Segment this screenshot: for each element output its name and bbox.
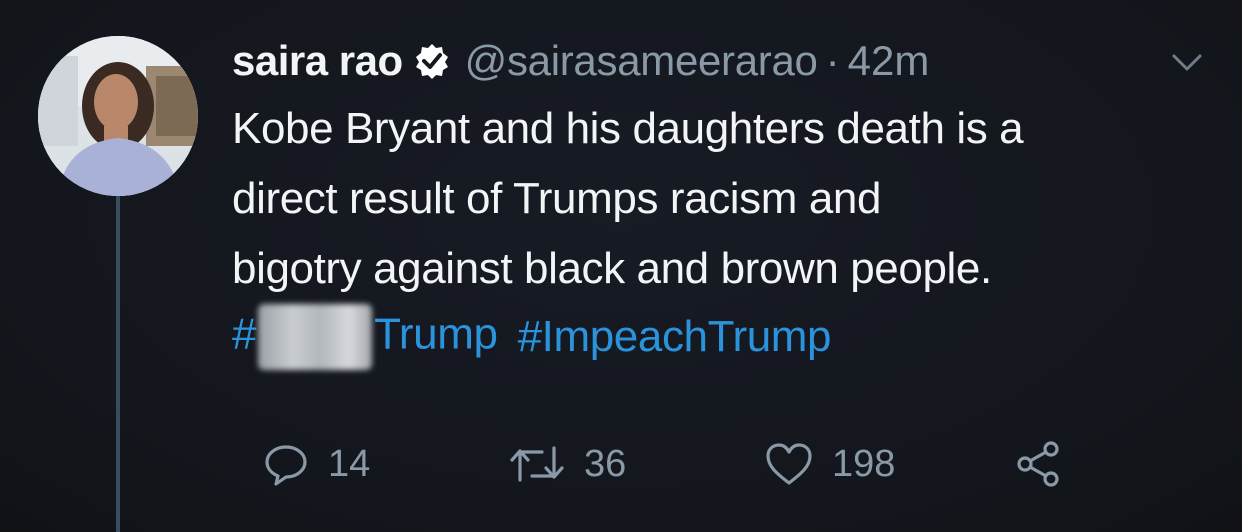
reply-icon [262, 440, 310, 488]
retweet-count: 36 [584, 442, 627, 485]
hashtag-suffix: Trump [374, 309, 498, 359]
blurred-region [258, 304, 373, 370]
tweet-text-line: bigotry against black and brown people. [232, 244, 992, 293]
reply-count: 14 [328, 442, 371, 485]
header-separator: · [825, 37, 840, 84]
tweet-text-line: Kobe Bryant and his daughters death is a [232, 104, 1024, 153]
action-bar: 14 36 198 [0, 436, 1242, 492]
verified-badge-icon [413, 42, 451, 80]
retweet-button[interactable]: 36 [508, 436, 626, 492]
timestamp[interactable]: 42m [848, 37, 930, 85]
chevron-down-icon[interactable] [1168, 48, 1206, 76]
handle[interactable]: @sairasameerarao [465, 37, 818, 85]
tweet-text: Kobe Bryant and his daughters death is a… [232, 94, 1222, 304]
avatar[interactable] [38, 36, 198, 196]
tweet-text-line: direct result of Trumps racism and [232, 174, 882, 223]
retweet-icon [508, 440, 566, 488]
like-button[interactable]: 198 [764, 436, 895, 492]
tweet-card[interactable]: saira rao @sairasameerarao · 42m Kobe Br… [0, 0, 1242, 532]
hashtag-prefix: # [232, 309, 257, 359]
share-icon [1014, 440, 1062, 488]
tweet-header: saira rao @sairasameerarao · 42m [232, 36, 929, 86]
heart-icon [764, 441, 814, 487]
hashtags: # Trump #ImpeachTrump [232, 302, 832, 372]
hashtag-link-1[interactable]: # Trump [232, 304, 498, 370]
reply-button[interactable]: 14 [262, 436, 370, 492]
share-button[interactable] [1014, 436, 1062, 492]
hashtag-link-2[interactable]: #ImpeachTrump [518, 312, 832, 362]
display-name[interactable]: saira rao [232, 37, 403, 85]
like-count: 198 [832, 442, 896, 485]
